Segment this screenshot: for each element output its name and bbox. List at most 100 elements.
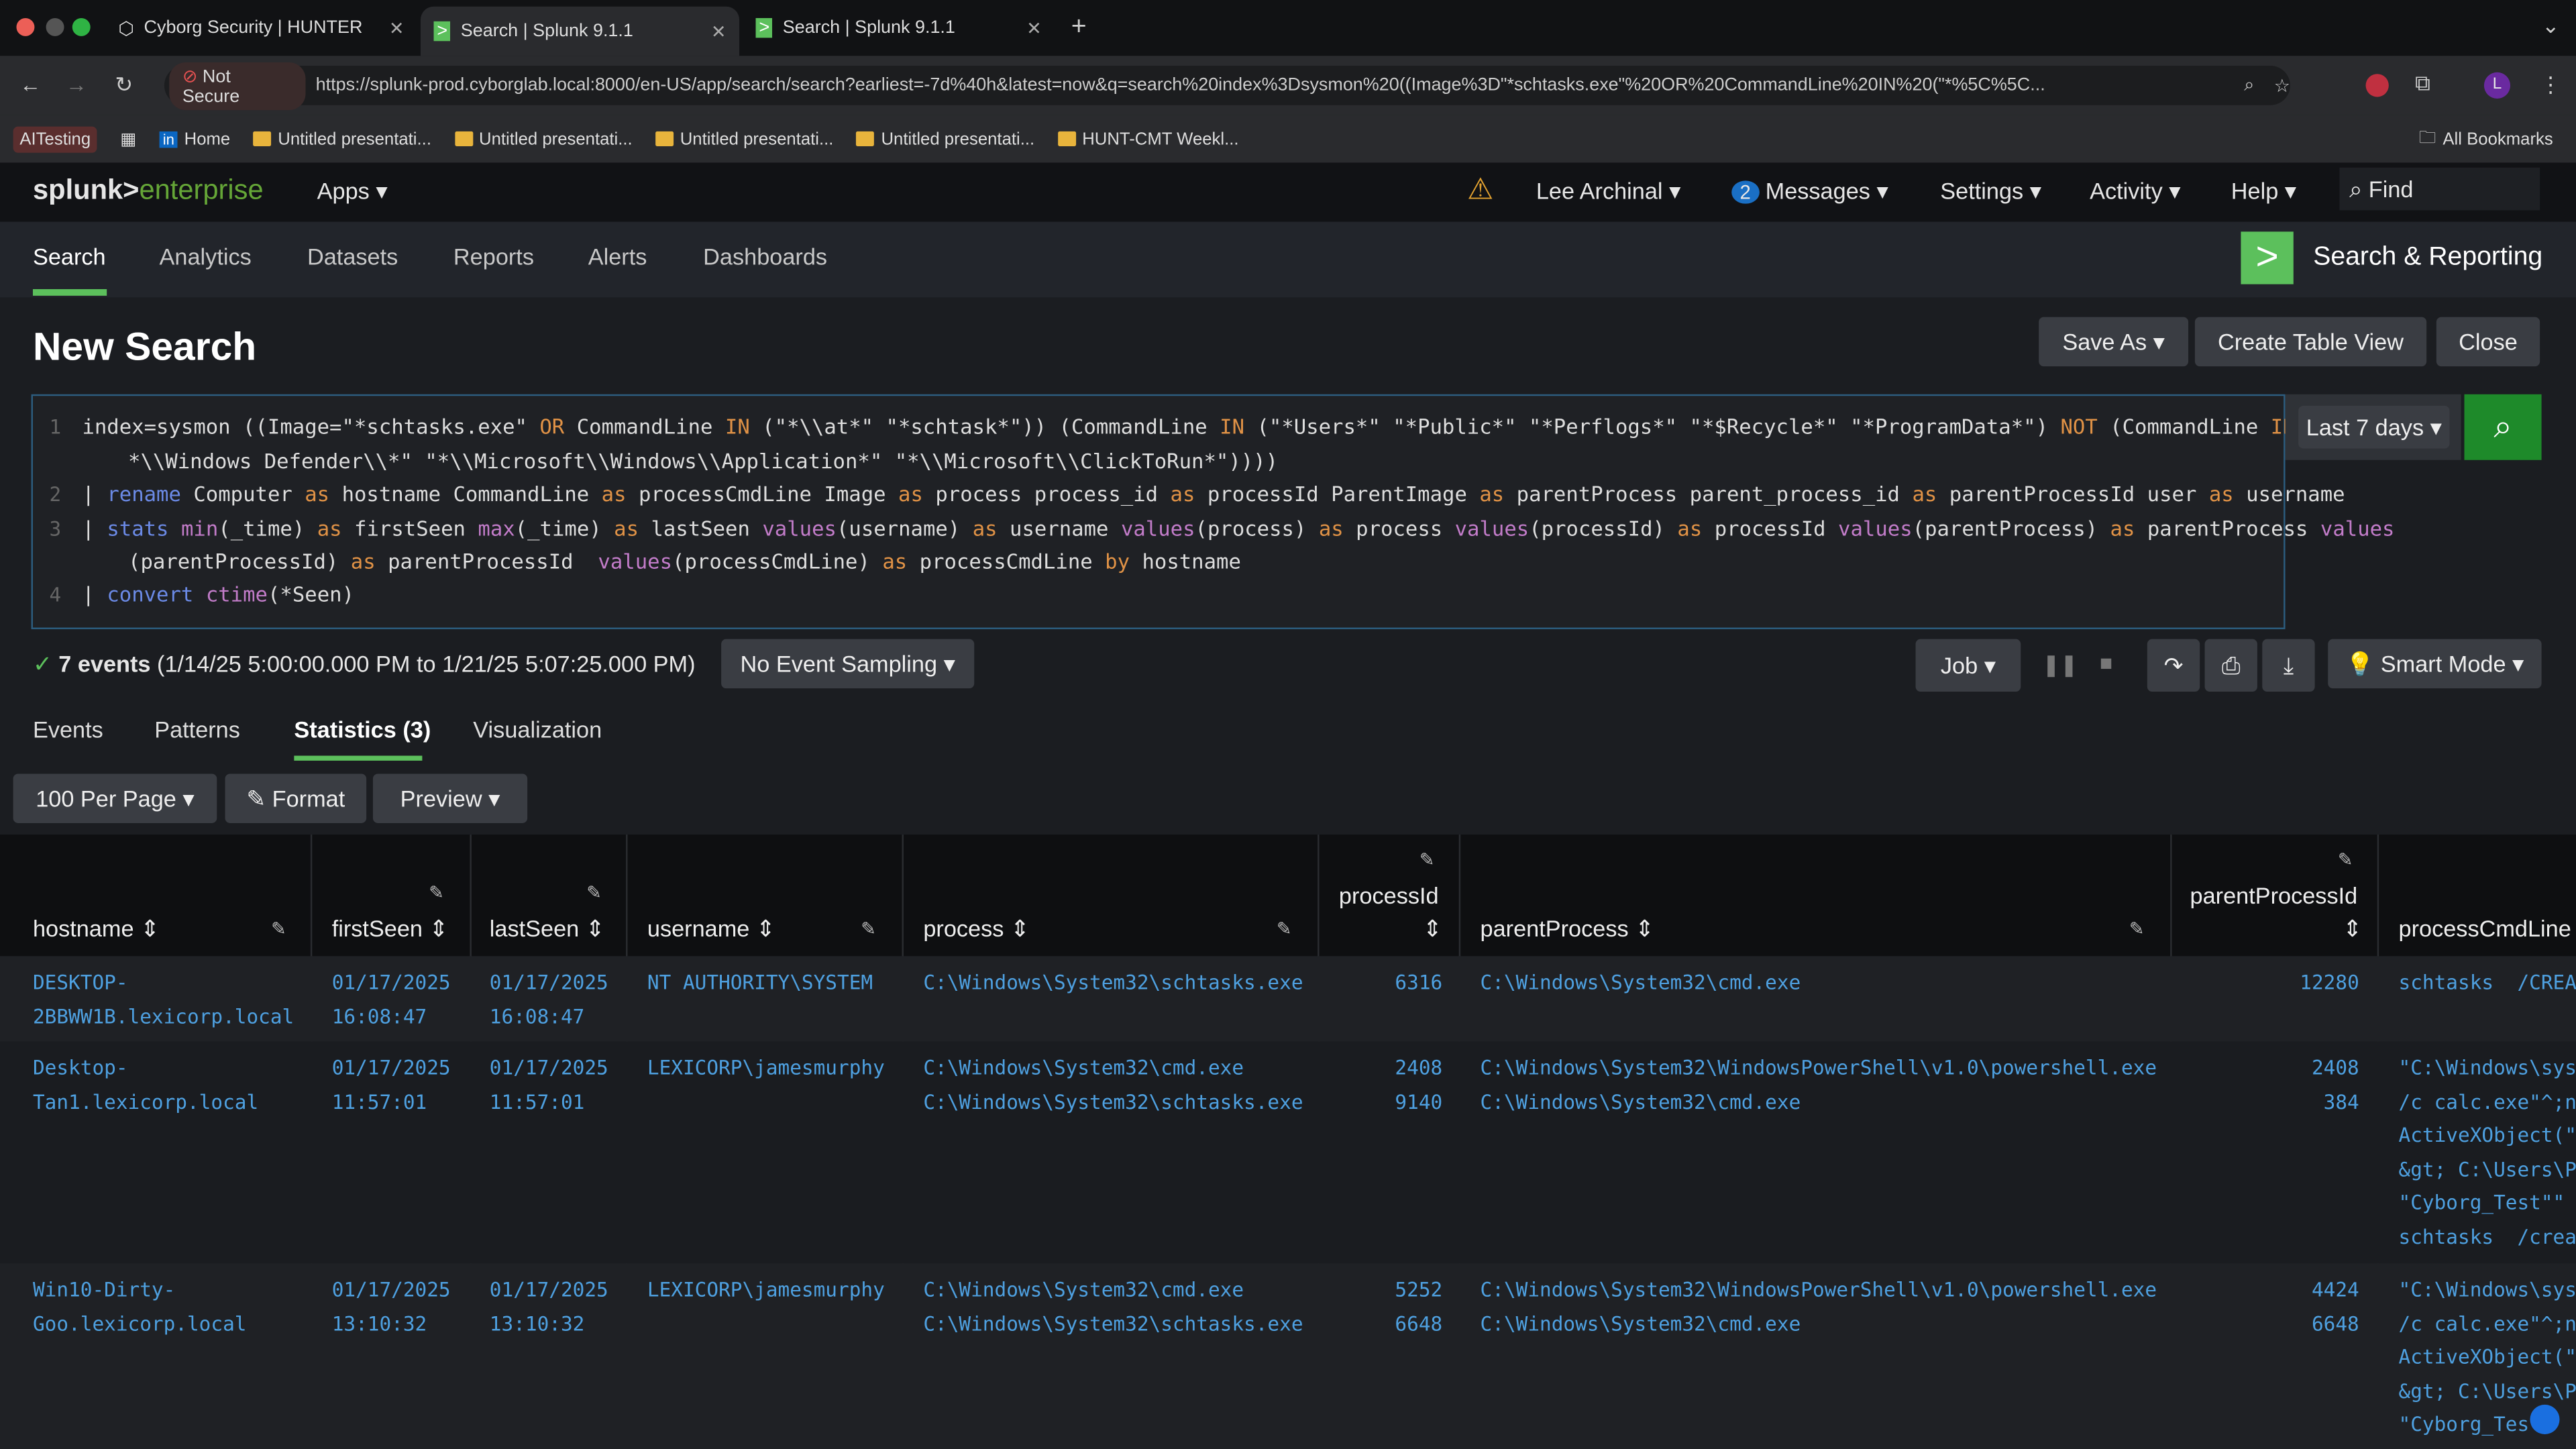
zoom-icon[interactable]: ⌕ <box>2244 74 2254 96</box>
cell-processcmdline[interactable]: "C:\Windows\sys /c calc.exe"^;n ActiveXO… <box>2399 1051 2576 1253</box>
cell-firstseen[interactable]: 01/17/2025 13:10:32 <box>332 1273 451 1340</box>
splunk-logo[interactable]: splunk>enterprise <box>33 174 264 207</box>
edit-column-icon[interactable]: ✎ <box>2129 918 2145 939</box>
column-header-process[interactable]: process ⇕ <box>923 915 1029 943</box>
profile-avatar[interactable]: L <box>2483 72 2511 99</box>
sort-icon[interactable]: ⇕ <box>1423 915 1442 943</box>
cell-processid[interactable]: 5252 6648 <box>1395 1273 1442 1340</box>
bookmark-item[interactable]: Untitled presentati... <box>655 129 833 149</box>
new-tab-button[interactable]: + <box>1071 13 1087 43</box>
search-button[interactable]: ⌕ <box>2464 394 2542 460</box>
close-tab-icon[interactable]: ✕ <box>1026 17 1042 38</box>
per-page-dropdown[interactable]: 100 Per Page ▾ <box>13 773 217 823</box>
time-range-picker[interactable]: Last 7 days ▾ <box>2298 405 2450 449</box>
close-tab-icon[interactable]: ✕ <box>711 21 727 42</box>
cell-processid[interactable]: 2408 9140 <box>1395 1051 1442 1118</box>
cell-lastseen[interactable]: 01/17/2025 13:10:32 <box>490 1273 608 1340</box>
save-as-button[interactable]: Save As ▾ <box>2039 317 2189 367</box>
nav-search[interactable]: Search <box>33 243 106 269</box>
tab-patterns[interactable]: Patterns <box>154 716 240 743</box>
cell-username[interactable]: NT AUTHORITY\SYSTEM <box>647 966 873 1000</box>
format-button[interactable]: ✎ Format <box>225 773 367 823</box>
find-input[interactable]: ⌕ Find <box>2339 167 2540 211</box>
tab-events[interactable]: Events <box>33 716 103 743</box>
nav-dashboards[interactable]: Dashboards <box>703 243 827 269</box>
pause-icon[interactable]: ❚❚ <box>2042 652 2078 678</box>
cell-process[interactable]: C:\Windows\System32\cmd.exe C:\Windows\S… <box>923 1273 1303 1340</box>
maximize-window-button[interactable] <box>72 17 91 36</box>
edit-column-icon[interactable]: ✎ <box>271 918 286 939</box>
apps-grid-icon[interactable]: ▦ <box>120 129 136 148</box>
edit-column-icon[interactable]: ✎ <box>429 882 444 904</box>
cell-processcmdline[interactable]: schtasks /CREA <box>2399 966 2576 1000</box>
cell-lastseen[interactable]: 01/17/2025 11:57:01 <box>490 1051 608 1118</box>
cell-process[interactable]: C:\Windows\System32\cmd.exe C:\Windows\S… <box>923 1051 1303 1118</box>
reload-button[interactable]: ↻ <box>115 72 133 99</box>
bookmark-home[interactable]: in Home <box>159 129 230 149</box>
nav-alerts[interactable]: Alerts <box>588 243 647 269</box>
search-query-editor[interactable]: 1 2 3 4 index=sysmon ((Image="*schtasks.… <box>31 394 2394 629</box>
browser-tab[interactable]: > Search | Splunk 9.1.1 ✕ <box>743 10 1055 46</box>
extensions-icon[interactable]: ⧉ <box>2415 70 2430 97</box>
search-mode-dropdown[interactable]: 💡 Smart Mode ▾ <box>2328 639 2542 689</box>
close-window-button[interactable] <box>16 17 35 36</box>
minimize-window-button[interactable] <box>46 17 64 36</box>
column-header-hostname[interactable]: hostname ⇕ <box>33 915 160 943</box>
star-icon[interactable]: ☆ <box>2274 74 2290 96</box>
edit-column-icon[interactable]: ✎ <box>2338 849 2353 871</box>
settings-menu[interactable]: Settings ▾ <box>1940 177 2041 205</box>
share-button[interactable]: ↷ <box>2147 639 2200 692</box>
cell-process[interactable]: C:\Windows\System32\schtasks.exe <box>923 966 1303 1000</box>
apps-menu[interactable]: Apps ▾ <box>317 177 388 205</box>
cell-lastseen[interactable]: 01/17/2025 16:08:47 <box>490 966 608 1033</box>
bookmark-aitesting[interactable]: AITesting <box>13 125 97 152</box>
cell-parentprocessid[interactable]: 12280 <box>2300 966 2359 1000</box>
column-header-username[interactable]: username ⇕ <box>647 915 775 943</box>
cell-firstseen[interactable]: 01/17/2025 16:08:47 <box>332 966 451 1033</box>
nav-reports[interactable]: Reports <box>453 243 534 269</box>
browser-tab[interactable]: ⬡ Cyborg Security | HUNTER ✕ <box>105 10 417 46</box>
browser-tab-active[interactable]: > Search | Splunk 9.1.1 ✕ <box>420 6 740 56</box>
url-bar[interactable]: ⊘ Not Secure https://splunk-prod.cyborgl… <box>164 61 2290 109</box>
bookmark-item[interactable]: Untitled presentati... <box>856 129 1034 149</box>
close-tab-icon[interactable]: ✕ <box>389 17 405 38</box>
column-header-parentprocessid[interactable]: parentProcessId <box>2190 882 2358 908</box>
nav-analytics[interactable]: Analytics <box>160 243 252 269</box>
cell-parentprocess[interactable]: C:\Windows\System32\cmd.exe <box>1481 966 1801 1000</box>
column-header-parentprocess[interactable]: parentProcess ⇕ <box>1481 915 1654 943</box>
stop-icon[interactable]: ■ <box>2100 651 2112 676</box>
print-button[interactable]: ⎙ <box>2204 639 2257 692</box>
column-header-firstseen[interactable]: firstSeen ⇕ <box>332 915 449 943</box>
adblock-extension-icon[interactable] <box>2365 74 2389 97</box>
create-table-view-button[interactable]: Create Table View <box>2194 317 2427 367</box>
back-button[interactable]: ← <box>19 72 41 97</box>
cell-parentprocessid[interactable]: 2408 384 <box>2312 1051 2359 1118</box>
bookmark-item[interactable]: Untitled presentati... <box>253 129 431 149</box>
edit-column-icon[interactable]: ✎ <box>1277 918 1292 939</box>
cell-username[interactable]: LEXICORP\jamesmurphy <box>647 1051 885 1085</box>
nav-datasets[interactable]: Datasets <box>307 243 398 269</box>
tab-statistics[interactable]: Statistics (3) <box>294 716 431 743</box>
preview-button[interactable]: Preview ▾ <box>372 773 528 823</box>
not-secure-badge[interactable]: ⊘ Not Secure <box>169 61 306 109</box>
cell-parentprocessid[interactable]: 4424 6648 <box>2312 1273 2359 1340</box>
job-menu[interactable]: Job ▾ <box>1915 639 2021 692</box>
sort-icon[interactable]: ⇕ <box>2343 915 2362 943</box>
cell-username[interactable]: LEXICORP\jamesmurphy <box>647 1273 885 1307</box>
bookmark-item[interactable]: HUNT-CMT Weekl... <box>1057 129 1239 149</box>
user-menu[interactable]: Lee Archinal ▾ <box>1536 177 1680 205</box>
cell-parentprocess[interactable]: C:\Windows\System32\WindowsPowerShell\v1… <box>1481 1051 2157 1118</box>
forward-button[interactable]: → <box>66 72 87 97</box>
cell-parentprocess[interactable]: C:\Windows\System32\WindowsPowerShell\v1… <box>1481 1273 2157 1340</box>
floating-assistant-button[interactable] <box>2530 1404 2560 1434</box>
column-header-processcmdline[interactable]: processCmdLine <box>2399 915 2571 941</box>
close-button[interactable]: Close <box>2436 317 2540 367</box>
warning-icon[interactable]: ⚠ <box>1467 172 1494 207</box>
all-bookmarks-button[interactable]: 🗀 All Bookmarks <box>2419 124 2553 154</box>
tab-visualization[interactable]: Visualization <box>473 716 602 743</box>
column-header-lastseen[interactable]: lastSeen ⇕ <box>490 915 605 943</box>
event-sampling-dropdown[interactable]: No Event Sampling ▾ <box>721 639 975 689</box>
edit-column-icon[interactable]: ✎ <box>861 918 876 939</box>
activity-menu[interactable]: Activity ▾ <box>2090 177 2180 205</box>
edit-column-icon[interactable]: ✎ <box>1419 849 1435 871</box>
